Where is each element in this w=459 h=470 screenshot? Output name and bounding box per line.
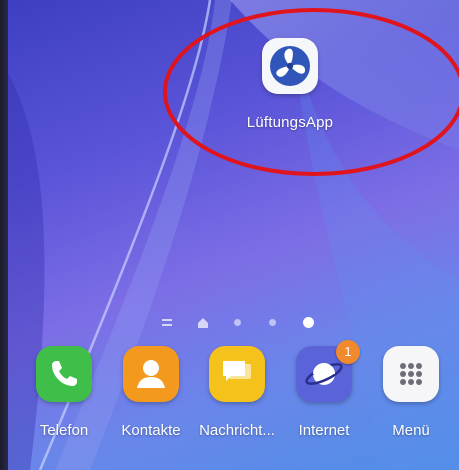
dock-label: Nachricht... bbox=[199, 422, 275, 439]
home-page-icon[interactable] bbox=[196, 316, 210, 330]
dock-label: Kontakte bbox=[121, 422, 181, 439]
apps-grid-icon[interactable] bbox=[383, 346, 439, 402]
home-screen: LüftungsApp Telefon Kontakte Nachricht..… bbox=[0, 0, 459, 470]
dock-app-nachrichten[interactable]: Nachricht... bbox=[192, 346, 282, 466]
dock-label: Internet bbox=[298, 422, 350, 439]
page-dot-active[interactable] bbox=[302, 316, 316, 330]
phone-icon[interactable] bbox=[36, 346, 92, 402]
messages-icon[interactable] bbox=[209, 346, 265, 402]
dock-app-kontakte[interactable]: Kontakte bbox=[106, 346, 196, 466]
contacts-icon[interactable] bbox=[123, 346, 179, 402]
notification-badge: 1 bbox=[336, 340, 360, 364]
dock-app-menu[interactable]: Menü bbox=[366, 346, 456, 466]
fan-icon[interactable] bbox=[262, 38, 318, 94]
page-dot[interactable] bbox=[266, 316, 280, 330]
dock: Telefon Kontakte Nachricht... 1 Internet… bbox=[0, 340, 459, 466]
dock-app-internet[interactable]: 1 Internet bbox=[279, 340, 369, 466]
dock-label: Telefon bbox=[39, 422, 89, 439]
page-dot[interactable] bbox=[231, 316, 245, 330]
dock-app-telefon[interactable]: Telefon bbox=[19, 346, 109, 466]
page-indicator bbox=[160, 316, 320, 330]
app-luftungsapp[interactable]: LüftungsApp bbox=[238, 34, 368, 144]
menu-lines-icon[interactable] bbox=[160, 316, 174, 330]
app-label: LüftungsApp bbox=[246, 114, 334, 131]
dock-label: Menü bbox=[392, 422, 430, 439]
